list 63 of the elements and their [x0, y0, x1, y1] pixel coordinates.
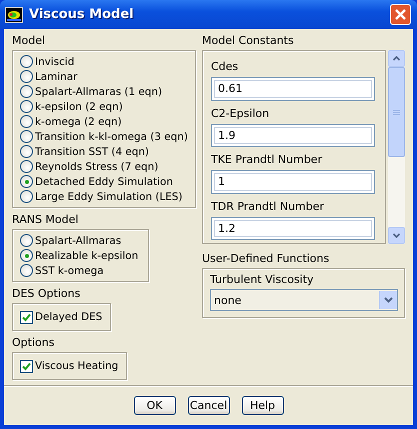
radio-button[interactable]: [20, 85, 33, 98]
radio-label[interactable]: k-omega (2 eqn): [35, 116, 122, 128]
dropdown[interactable]: none: [210, 289, 398, 311]
input-field[interactable]: 1.2: [211, 216, 375, 240]
radio-button[interactable]: [20, 160, 33, 173]
close-button[interactable]: [390, 4, 411, 25]
scroll-down-button[interactable]: [388, 227, 405, 244]
radio-label[interactable]: Laminar: [35, 70, 78, 82]
group-label: Model: [12, 34, 46, 48]
radio-button[interactable]: [20, 264, 33, 277]
group-label: Options: [12, 336, 56, 350]
chevron-down-icon: [384, 297, 393, 303]
input-field[interactable]: 0.61: [211, 77, 375, 100]
dialog-button[interactable]: OK: [134, 396, 176, 415]
field-label: Cdes: [211, 60, 240, 74]
radio-button[interactable]: [20, 175, 33, 188]
radio-label[interactable]: k-epsilon (2 eqn): [35, 100, 123, 112]
field-label: TKE Prandtl Number: [211, 153, 324, 167]
radio-button[interactable]: [20, 145, 33, 158]
radio-label[interactable]: Large Eddy Simulation (LES): [35, 190, 182, 202]
scrollbar[interactable]: [388, 50, 405, 244]
radio-button[interactable]: [20, 249, 33, 262]
group-label: Model Constants: [202, 34, 295, 48]
scroll-thumb[interactable]: [388, 67, 405, 157]
radio-label[interactable]: SST k-omega: [35, 264, 104, 276]
scroll-up-button[interactable]: [388, 50, 405, 67]
radio-button[interactable]: [20, 115, 33, 128]
checkbox[interactable]: [20, 360, 33, 372]
app-icon: [5, 6, 23, 22]
radio-button[interactable]: [20, 55, 33, 68]
group-label: RANS Model: [12, 213, 80, 227]
field-label: TDR Prandtl Number: [211, 200, 326, 214]
field-label: C2-Epsilon: [211, 106, 270, 120]
dialog-button[interactable]: Cancel: [188, 396, 230, 415]
radio-button[interactable]: [20, 70, 33, 83]
grip-icon: [393, 110, 400, 114]
chevron-up-icon: [393, 56, 400, 61]
dialog-button[interactable]: Help: [242, 396, 284, 415]
window-title: Viscous Model: [29, 7, 135, 22]
radio-label[interactable]: Reynolds Stress (7 eqn): [35, 160, 158, 172]
check-icon: [22, 312, 31, 322]
checkbox-label[interactable]: Viscous Heating: [35, 360, 118, 372]
close-icon: [395, 9, 406, 20]
group-label: DES Options: [12, 287, 82, 301]
checkbox[interactable]: [20, 310, 33, 324]
chevron-down-icon: [393, 233, 400, 238]
radio-label[interactable]: Detached Eddy Simulation: [35, 176, 173, 188]
check-icon: [22, 362, 31, 370]
radio-button[interactable]: [20, 100, 33, 113]
radio-button[interactable]: [20, 130, 33, 143]
input-field[interactable]: 1: [211, 170, 375, 194]
field-label: Turbulent Viscosity: [210, 273, 314, 286]
radio-label[interactable]: Inviscid: [35, 56, 74, 68]
radio-label[interactable]: Realizable k-epsilon: [35, 250, 138, 262]
radio-button[interactable]: [20, 190, 33, 203]
radio-label[interactable]: Spalart-Allmaras: [35, 234, 122, 246]
input-field[interactable]: 1.9: [211, 124, 375, 147]
checkbox-label[interactable]: Delayed DES: [35, 311, 102, 323]
radio-label[interactable]: Transition k-kl-omega (3 eqn): [35, 130, 188, 142]
group-label: User-Defined Functions: [202, 252, 330, 266]
radio-label[interactable]: Spalart-Allmaras (1 eqn): [35, 86, 162, 98]
radio-button[interactable]: [20, 234, 33, 247]
radio-label[interactable]: Transition SST (4 eqn): [35, 146, 149, 158]
